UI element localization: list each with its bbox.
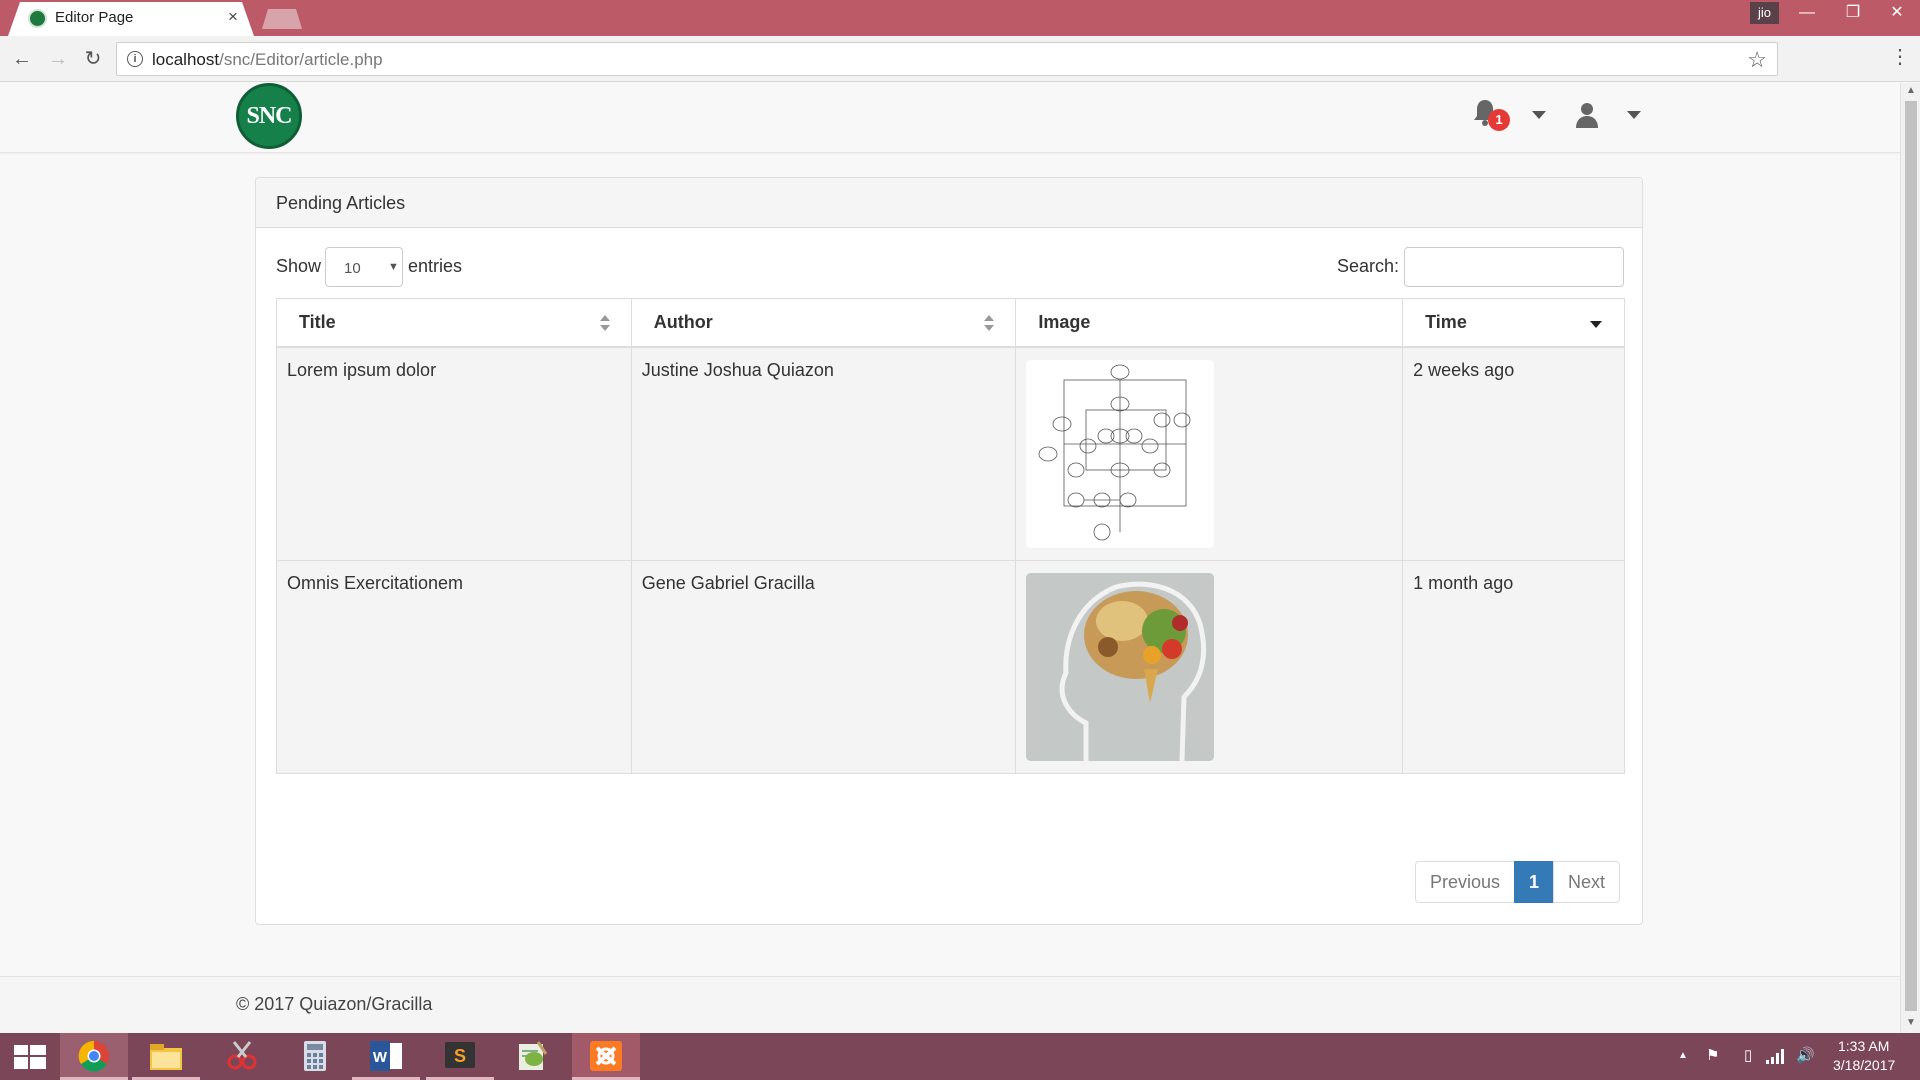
user-icon[interactable] — [1574, 101, 1600, 129]
taskbar-file-explorer[interactable] — [132, 1033, 200, 1080]
taskbar-snipping-tool[interactable] — [208, 1033, 276, 1080]
cell-time: 1 month ago — [1402, 559, 1625, 774]
notification-caret-icon[interactable] — [1532, 111, 1546, 119]
cell-author: Justine Joshua Quiazon — [630, 346, 1017, 561]
pending-articles-panel: Pending Articles Show 10 ▼ entries Searc… — [255, 177, 1643, 925]
windows-start-icon[interactable] — [14, 1045, 46, 1069]
xampp-icon — [590, 1041, 622, 1071]
back-arrow-icon[interactable]: ← — [8, 45, 36, 73]
page-footer: © 2017 Quiazon/Gracilla — [0, 976, 1900, 1033]
minimize-icon[interactable]: — — [1784, 0, 1830, 26]
tray-expand-icon[interactable]: ▲ — [1678, 1050, 1688, 1061]
pagination: Previous 1 Next — [1415, 861, 1621, 903]
cell-author: Gene Gabriel Gracilla — [630, 559, 1017, 774]
action-center-flag-icon[interactable]: ⚑ — [1706, 1046, 1719, 1064]
taskbar-calculator[interactable] — [280, 1033, 348, 1080]
windows-taskbar: W S ▲ ⚑ ▯ 🔊 1:33 AM 3/18/2017 — [0, 1033, 1920, 1080]
column-header-author[interactable]: Author — [630, 298, 1017, 348]
page-viewport: SNC 1 Pending Articles Show 10 ▼ entries… — [0, 83, 1900, 1033]
entries-length-value: 10 — [344, 260, 361, 277]
flowchart-thumbnail-image — [1026, 359, 1215, 548]
column-header-time-label: Time — [1425, 311, 1467, 332]
scroll-down-icon[interactable]: ▼ — [1906, 1017, 1916, 1028]
taskbar-sublime-text[interactable]: S — [426, 1033, 494, 1080]
network-signal-icon[interactable] — [1764, 1047, 1786, 1065]
column-header-title[interactable]: Title — [276, 298, 632, 348]
page-scrollbar[interactable]: ▲ ▼ — [1900, 83, 1920, 1033]
table-header-row: Title Author Image Time — [276, 298, 1625, 348]
snipping-tool-icon — [227, 1041, 257, 1070]
chrome-icon — [78, 1040, 109, 1072]
sort-both-icon[interactable] — [599, 313, 611, 333]
bookmark-star-icon[interactable]: ☆ — [1747, 47, 1767, 73]
sort-both-icon[interactable] — [983, 313, 995, 333]
column-header-author-label: Author — [653, 311, 713, 332]
user-caret-icon[interactable] — [1627, 111, 1641, 119]
close-window-icon[interactable]: ✕ — [1874, 0, 1920, 26]
taskbar-xampp[interactable] — [572, 1033, 640, 1080]
app-navbar: SNC 1 — [0, 83, 1900, 153]
calculator-icon — [304, 1041, 326, 1071]
column-header-image-label: Image — [1038, 311, 1091, 332]
volume-icon[interactable]: 🔊 — [1796, 1046, 1815, 1064]
taskbar-word[interactable]: W — [352, 1033, 420, 1080]
word-icon: W — [370, 1041, 402, 1071]
sublime-text-icon: S — [445, 1042, 475, 1068]
browser-menu-icon[interactable]: ⋮ — [1890, 44, 1910, 69]
phone-icon[interactable]: ▯ — [1744, 1046, 1752, 1064]
sort-desc-icon[interactable] — [1590, 321, 1602, 328]
tab-favicon-icon — [28, 9, 47, 28]
panel-title: Pending Articles — [276, 193, 406, 213]
svg-text:W: W — [373, 1049, 388, 1066]
brain-food-thumbnail-image — [1026, 572, 1215, 761]
taskbar-notepad-plus[interactable] — [498, 1033, 566, 1080]
search-label: Search: — [1337, 256, 1400, 276]
profile-chip[interactable]: jio — [1750, 2, 1779, 24]
articles-table: Title Author Image Time Lorem ipsum dolo… — [276, 298, 1625, 774]
notification-badge: 1 — [1488, 109, 1510, 131]
column-header-title-label: Title — [299, 311, 336, 332]
next-page-button[interactable]: Next — [1553, 861, 1621, 903]
scroll-up-icon[interactable]: ▲ — [1906, 85, 1916, 96]
reload-icon[interactable]: ↻ — [79, 45, 107, 73]
forward-arrow-icon[interactable]: → — [44, 45, 72, 73]
file-explorer-icon — [150, 1044, 182, 1070]
logo-text: SNC — [246, 102, 292, 129]
tab-title: Editor Page — [55, 9, 134, 26]
svg-text:S: S — [454, 1046, 466, 1066]
maximize-icon[interactable]: ❐ — [1830, 0, 1876, 26]
entries-length-select[interactable]: 10 ▼ — [325, 247, 403, 287]
snc-logo[interactable]: SNC — [236, 83, 302, 149]
cell-image — [1015, 346, 1404, 561]
column-header-time[interactable]: Time — [1402, 298, 1625, 348]
previous-page-button[interactable]: Previous — [1415, 861, 1516, 903]
select-arrow-icon: ▼ — [388, 261, 399, 273]
search-input[interactable] — [1404, 247, 1624, 287]
cell-image — [1015, 559, 1404, 774]
clock-date[interactable]: 3/18/2017 — [1833, 1057, 1895, 1073]
browser-toolbar: ← → ↻ i localhost/snc/Editor/article.php… — [0, 36, 1920, 82]
address-bar[interactable]: i localhost/snc/Editor/article.php ☆ — [116, 42, 1778, 76]
entries-label: entries — [408, 256, 463, 276]
cell-time: 2 weeks ago — [1402, 346, 1625, 561]
browser-titlebar: Editor Page × jio — ❐ ✕ — [0, 0, 1920, 36]
url-text[interactable]: localhost/snc/Editor/article.php — [152, 50, 383, 70]
new-tab-button[interactable] — [262, 9, 302, 29]
taskbar-chrome[interactable] — [60, 1033, 128, 1080]
info-icon[interactable]: i — [127, 51, 143, 67]
scroll-thumb[interactable] — [1905, 101, 1917, 1011]
show-label: Show — [276, 256, 322, 276]
clock-time[interactable]: 1:33 AM — [1838, 1038, 1889, 1054]
notepad-plus-icon — [519, 1041, 548, 1070]
cell-title: Omnis Exercitationem — [276, 559, 632, 774]
table-row[interactable]: Omnis Exercitationem Gene Gabriel Gracil… — [276, 559, 1625, 774]
tab-close-icon[interactable]: × — [228, 7, 238, 27]
column-header-image: Image — [1015, 298, 1404, 348]
cell-title: Lorem ipsum dolor — [276, 346, 632, 561]
page-1-button[interactable]: 1 — [1514, 861, 1555, 903]
table-row[interactable]: Lorem ipsum dolor Justine Joshua Quiazon — [276, 346, 1625, 561]
footer-copyright: © 2017 Quiazon/Gracilla — [236, 994, 433, 1014]
panel-heading: Pending Articles — [256, 178, 1642, 228]
